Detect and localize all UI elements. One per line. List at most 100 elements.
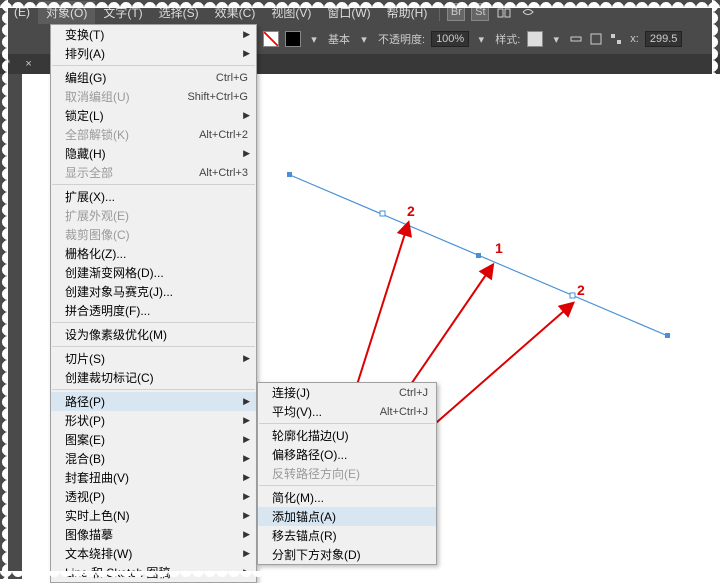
menu-view[interactable]: 视图(V) bbox=[263, 1, 319, 24]
menu-type[interactable]: 文字(T) bbox=[95, 1, 150, 24]
arrange-docs-icon[interactable] bbox=[495, 3, 513, 21]
path-submenu-item[interactable]: 轮廓化描边(U) bbox=[258, 426, 436, 445]
menu-item-label: 变换(T) bbox=[65, 26, 248, 43]
menu-effect[interactable]: 效果(C) bbox=[207, 1, 264, 24]
menu-item-label: 栅格化(Z)... bbox=[65, 245, 248, 262]
menu-item-label: 移去锚点(R) bbox=[272, 527, 428, 544]
proof-icon[interactable] bbox=[519, 3, 537, 21]
object-menu-item[interactable]: 透视(P)▶ bbox=[51, 487, 256, 506]
doc-close-icon[interactable]: × bbox=[25, 58, 31, 70]
path-submenu-item[interactable]: 移去锚点(R) bbox=[258, 526, 436, 545]
menu-item-label: 轮廓化描边(U) bbox=[272, 427, 428, 444]
menu-item-label: 形状(P) bbox=[65, 412, 248, 429]
menu-item-label: 创建渐变网格(D)... bbox=[65, 264, 248, 281]
menu-window[interactable]: 窗口(W) bbox=[319, 1, 378, 24]
object-menu-item[interactable]: 封套扭曲(V)▶ bbox=[51, 468, 256, 487]
object-menu-item[interactable]: 切片(S)▶ bbox=[51, 349, 256, 368]
menu-shortcut: Ctrl+J bbox=[399, 387, 428, 399]
menu-item-label: 锁定(L) bbox=[65, 107, 248, 124]
menu-item-label: 排列(A) bbox=[65, 45, 248, 62]
object-menu-item[interactable]: 隐藏(H)▶ bbox=[51, 144, 256, 163]
preset-label: 基本 bbox=[328, 31, 350, 47]
object-menu-item[interactable]: 路径(P)▶ bbox=[51, 392, 256, 411]
toolbar[interactable] bbox=[0, 24, 22, 579]
object-menu-item: 显示全部Alt+Ctrl+3 bbox=[51, 163, 256, 182]
object-menu-item: 全部解锁(K)Alt+Ctrl+2 bbox=[51, 125, 256, 144]
submenu-arrow-icon: ▶ bbox=[243, 110, 250, 121]
menu-item-label: 路径(P) bbox=[65, 393, 248, 410]
path-submenu-item[interactable]: 连接(J)Ctrl+J bbox=[258, 383, 436, 402]
separator bbox=[52, 184, 255, 185]
shape-icon[interactable] bbox=[587, 30, 605, 48]
opacity-label: 不透明度: bbox=[378, 31, 425, 47]
path-submenu-item[interactable]: 偏移路径(O)... bbox=[258, 445, 436, 464]
object-menu-item: 裁剪图像(C) bbox=[51, 225, 256, 244]
object-menu-item[interactable]: 文本绕排(W)▶ bbox=[51, 544, 256, 563]
object-menu-item[interactable]: 编组(G)Ctrl+G bbox=[51, 68, 256, 87]
submenu-arrow-icon: ▶ bbox=[243, 567, 250, 578]
menu-shortcut: Alt+Ctrl+J bbox=[380, 406, 428, 418]
menu-object[interactable]: 对象(O) bbox=[38, 1, 95, 24]
menu-item-label: 平均(V)... bbox=[272, 403, 380, 420]
menu-item-label: 取消编组(U) bbox=[65, 88, 187, 105]
chevron-down-icon[interactable]: ▾ bbox=[472, 30, 490, 48]
object-menu-item: 扩展外观(E) bbox=[51, 206, 256, 225]
object-menu-item[interactable]: 创建渐变网格(D)... bbox=[51, 263, 256, 282]
chevron-down-icon[interactable]: ▾ bbox=[547, 30, 565, 48]
object-menu-item[interactable]: 栅格化(Z)... bbox=[51, 244, 256, 263]
object-menu-item[interactable]: 混合(B)▶ bbox=[51, 449, 256, 468]
menu-shortcut: Shift+Ctrl+G bbox=[187, 91, 248, 103]
submenu-arrow-icon: ▶ bbox=[243, 415, 250, 426]
path-submenu-item[interactable]: 分割下方对象(D) bbox=[258, 545, 436, 564]
stock-icon[interactable]: St bbox=[471, 3, 489, 21]
menu-help[interactable]: 帮助(H) bbox=[379, 1, 436, 24]
object-menu-item[interactable]: 扩展(X)... bbox=[51, 187, 256, 206]
object-menu-item[interactable]: 锁定(L)▶ bbox=[51, 106, 256, 125]
menu-item-label: 裁剪图像(C) bbox=[65, 226, 248, 243]
menu-item-label: 切片(S) bbox=[65, 350, 248, 367]
object-menu-item[interactable]: 形状(P)▶ bbox=[51, 411, 256, 430]
menu-item-label: 分割下方对象(D) bbox=[272, 546, 428, 563]
style-swatch[interactable] bbox=[527, 31, 543, 47]
object-menu-item[interactable]: 变换(T)▶ bbox=[51, 25, 256, 44]
submenu-arrow-icon: ▶ bbox=[243, 48, 250, 59]
object-menu-item[interactable]: 创建裁切标记(C) bbox=[51, 368, 256, 387]
bridge-icon[interactable]: Br bbox=[447, 3, 465, 21]
object-menu-item[interactable]: Line 和 Sketch 图稿▶ bbox=[51, 563, 256, 582]
object-menu-item[interactable]: 图案(E)▶ bbox=[51, 430, 256, 449]
chevron-down-icon[interactable]: ▾ bbox=[305, 30, 323, 48]
path-submenu-item[interactable]: 简化(M)... bbox=[258, 488, 436, 507]
object-menu-item[interactable]: 设为像素级优化(M) bbox=[51, 325, 256, 344]
x-label: x: bbox=[630, 33, 639, 45]
path-submenu-item[interactable]: 添加锚点(A) bbox=[258, 507, 436, 526]
opacity-value[interactable]: 100% bbox=[431, 31, 469, 47]
object-menu-item: 取消编组(U)Shift+Ctrl+G bbox=[51, 87, 256, 106]
menu-item-label: 拼合透明度(F)... bbox=[65, 302, 248, 319]
separator bbox=[439, 3, 440, 21]
path-submenu-item[interactable]: 平均(V)...Alt+Ctrl+J bbox=[258, 402, 436, 421]
object-menu-item[interactable]: 拼合透明度(F)... bbox=[51, 301, 256, 320]
stroke-swatch[interactable] bbox=[285, 31, 301, 47]
menu-item-label: 显示全部 bbox=[65, 164, 199, 181]
menu-item-label: 图案(E) bbox=[65, 431, 248, 448]
object-menu-item[interactable]: 图像描摹▶ bbox=[51, 525, 256, 544]
object-menu-item[interactable]: 排列(A)▶ bbox=[51, 44, 256, 63]
object-menu-item[interactable]: 实时上色(N)▶ bbox=[51, 506, 256, 525]
submenu-arrow-icon: ▶ bbox=[243, 510, 250, 521]
submenu-arrow-icon: ▶ bbox=[243, 353, 250, 364]
transform-icon[interactable] bbox=[607, 30, 625, 48]
object-menu: 变换(T)▶排列(A)▶编组(G)Ctrl+G取消编组(U)Shift+Ctrl… bbox=[50, 24, 257, 583]
menu-edit[interactable]: (E) bbox=[6, 2, 38, 22]
submenu-arrow-icon: ▶ bbox=[243, 529, 250, 540]
chevron-down-icon[interactable]: ▾ bbox=[355, 30, 373, 48]
menu-select[interactable]: 选择(S) bbox=[151, 1, 207, 24]
x-value[interactable]: 299.5 bbox=[645, 31, 683, 47]
separator bbox=[52, 65, 255, 66]
align-icon[interactable] bbox=[567, 30, 585, 48]
fill-swatch[interactable] bbox=[263, 31, 279, 47]
object-menu-item[interactable]: 创建对象马赛克(J)... bbox=[51, 282, 256, 301]
path-submenu-item: 反转路径方向(E) bbox=[258, 464, 436, 483]
menu-shortcut: Alt+Ctrl+2 bbox=[199, 129, 248, 141]
menu-item-label: 隐藏(H) bbox=[65, 145, 248, 162]
menu-item-label: 创建对象马赛克(J)... bbox=[65, 283, 248, 300]
